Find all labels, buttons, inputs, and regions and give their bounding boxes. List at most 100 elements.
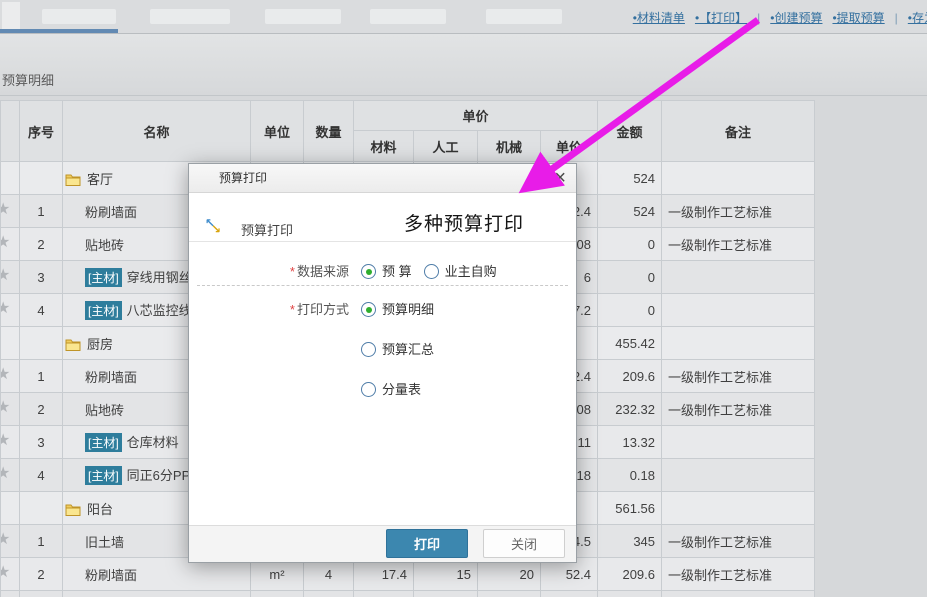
group-name: 阳台: [87, 502, 113, 517]
radio-label: 业主自购: [445, 264, 497, 279]
star-icon[interactable]: ★: [1, 301, 11, 317]
faded-tab[interactable]: [486, 9, 562, 24]
form-row: *打印方式预算明细: [189, 301, 576, 319]
star-icon[interactable]: ★: [1, 202, 11, 218]
table-row[interactable]: ★3[主材]: [1, 591, 815, 597]
item-name: 穿线用钢丝: [127, 270, 192, 285]
item-name: 仓库材料: [127, 435, 179, 450]
star-cell: ★: [1, 558, 20, 591]
note-cell: 一级制作工艺标准: [662, 360, 815, 393]
dialog-footer: 打印 关闭: [189, 525, 576, 562]
star-cell: ★: [1, 393, 20, 426]
field-label: *数据来源: [189, 263, 349, 281]
seq-cell: [20, 162, 63, 195]
radio-unchecked[interactable]: [424, 264, 439, 279]
page-title: 预算明细: [2, 70, 54, 89]
main-material-badge: [主材]: [85, 301, 122, 320]
print-button[interactable]: 打印: [386, 529, 468, 558]
toolbar-link[interactable]: •存为: [908, 11, 927, 25]
radio-option[interactable]: 业主自购: [424, 263, 497, 281]
radio-option[interactable]: 预 算: [361, 263, 412, 281]
radio-checked[interactable]: [361, 264, 376, 279]
star-cell: ★: [1, 261, 20, 294]
star-icon[interactable]: ★: [1, 400, 11, 416]
toolbar-link[interactable]: •【打印】: [695, 11, 747, 25]
star-icon[interactable]: ★: [1, 268, 11, 284]
star-cell: ★: [1, 360, 20, 393]
radio-checked[interactable]: [361, 302, 376, 317]
seq-cell: 3: [20, 426, 63, 459]
amount-cell: 13.32: [598, 426, 662, 459]
faded-tab[interactable]: [42, 9, 116, 24]
amount-cell: 232.32: [598, 393, 662, 426]
item-name: 贴地砖: [85, 238, 124, 253]
item-name: 粉刷墙面: [85, 205, 137, 220]
star-cell: [1, 492, 20, 525]
star-icon[interactable]: ★: [1, 466, 11, 482]
faded-tab[interactable]: [265, 9, 341, 24]
star-icon[interactable]: ★: [1, 367, 11, 383]
faded-tab[interactable]: [150, 9, 230, 24]
star-column-header: [1, 101, 20, 162]
radio-unchecked[interactable]: [361, 382, 376, 397]
seq-cell: 1: [20, 525, 63, 558]
radio-label: 预 算: [382, 264, 412, 279]
required-asterisk: *: [290, 264, 295, 279]
toolbar-link[interactable]: •材料清单: [633, 11, 685, 25]
toolbar-separator: |: [895, 11, 898, 25]
amount-cell: 455.42: [598, 327, 662, 360]
toolbar-separator: |: [757, 11, 760, 25]
seq-cell: 3: [20, 261, 63, 294]
radio-unchecked[interactable]: [361, 342, 376, 357]
folder-icon: [65, 503, 81, 516]
radio-option[interactable]: 分量表: [361, 381, 421, 399]
field-label: *打印方式: [189, 301, 349, 319]
unit-cell: [251, 591, 304, 597]
close-button[interactable]: 关闭: [483, 529, 565, 558]
item-name: 八芯监控线: [127, 303, 192, 318]
amount-cell: 209.6: [598, 360, 662, 393]
machine-price-cell: [478, 591, 541, 597]
note-cell: [662, 294, 815, 327]
note-cell: [662, 162, 815, 195]
amount-cell: 0: [598, 261, 662, 294]
dialog-section-label: 预算打印: [241, 220, 293, 239]
amount-cell: 0: [598, 294, 662, 327]
faded-tab[interactable]: [370, 9, 446, 24]
radio-option[interactable]: 预算明细: [361, 301, 434, 319]
field-label-text: 打印方式: [297, 302, 349, 317]
group-name: 客厅: [87, 172, 113, 187]
seq-cell: 2: [20, 393, 63, 426]
toolbar-links: •材料清单 •【打印】 | •创建预算 •提取预算 | •存为: [623, 9, 927, 26]
toolbar-link[interactable]: •创建预算: [770, 11, 822, 25]
seq-cell: 1: [20, 360, 63, 393]
star-icon[interactable]: ★: [1, 235, 11, 251]
col-header-material: 材料: [354, 131, 414, 162]
note-cell: 一级制作工艺标准: [662, 525, 815, 558]
dialog-title: 预算打印: [219, 171, 267, 185]
amount-cell: 345: [598, 525, 662, 558]
main-material-badge: [主材]: [85, 268, 122, 287]
dialog-body: ↖↘ 预算打印 多种预算打印 *数据来源预 算业主自购*打印方式预算明细预算汇总…: [189, 193, 576, 528]
radio-option[interactable]: 预算汇总: [361, 341, 434, 359]
star-icon[interactable]: ★: [1, 532, 11, 548]
form-row: 预算汇总: [189, 341, 576, 359]
close-icon[interactable]: ×: [554, 166, 566, 190]
star-cell: ★: [1, 525, 20, 558]
note-cell: 一级制作工艺标准: [662, 558, 815, 591]
radio-label: 预算汇总: [382, 342, 434, 357]
section-divider: [189, 241, 576, 242]
radio-label: 分量表: [382, 382, 421, 397]
print-dialog: 预算打印 × ↖↘ 预算打印 多种预算打印 *数据来源预 算业主自购*打印方式预…: [188, 163, 577, 563]
star-cell: ★: [1, 426, 20, 459]
seq-cell: 4: [20, 459, 63, 492]
labor-price-cell: [414, 591, 478, 597]
folder-icon: [65, 338, 81, 351]
toolbar-link[interactable]: •提取预算: [832, 11, 884, 25]
star-icon[interactable]: ★: [1, 565, 11, 581]
diagonal-arrows-icon: ↖↘: [205, 219, 223, 237]
star-cell: [1, 327, 20, 360]
star-icon[interactable]: ★: [1, 433, 11, 449]
app-window: •材料清单•【打印】|•创建预算•提取预算|•存为 预算明细 序号 名称 单位 …: [0, 0, 927, 597]
col-header-seq: 序号: [20, 101, 63, 162]
